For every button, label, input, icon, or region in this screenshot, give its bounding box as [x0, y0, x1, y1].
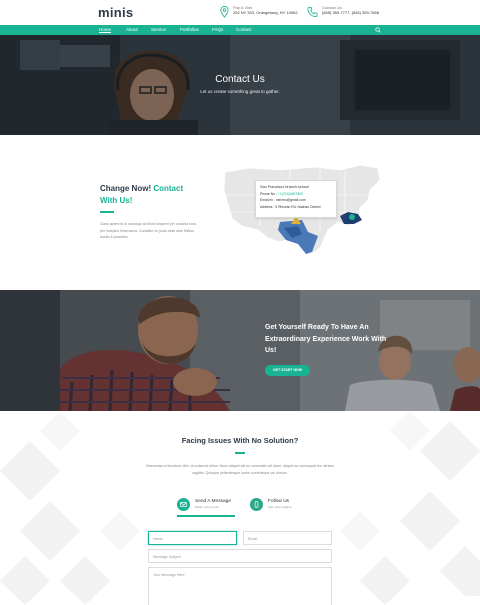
top-header: minis Pay A Visit 252 NY 303, Orangeburg… [0, 0, 480, 25]
change-title-accent: Contact [153, 184, 184, 193]
cta-heading: Get Yourself Ready To Have An Extraordin… [265, 324, 387, 354]
map-address-value: 5 Rhizvan Rd, Nashan District [275, 204, 321, 209]
cta-overlay [0, 290, 480, 411]
change-title-accent2: With Us! [100, 196, 133, 205]
main-nav: Home About Service Portfolios FAQs Conta… [0, 25, 480, 35]
tab-follow-sub: Sam vitae dragne [268, 505, 292, 509]
nav-faqs[interactable]: FAQs [212, 27, 223, 32]
visit-info: Pay A Visit 252 NY 303, Orangeburg, NY 1… [220, 5, 298, 18]
map-pin-icon [220, 6, 229, 18]
map-address-row: Address : 5 Rhizvan Rd, Nashan District [260, 204, 332, 211]
hero-banner: Contact Us Let us create something great… [0, 35, 480, 135]
tab-send-message[interactable]: Send A Message Mallet viverra odio [177, 492, 231, 516]
contact-phones: (845) 359-7777, (845) 359-7668 [322, 10, 379, 15]
faq-divider [235, 452, 245, 454]
message-textarea[interactable]: Your Message Here [148, 567, 332, 605]
change-title-prefix: Change Now! [100, 184, 152, 193]
nav-contact[interactable]: Contact [236, 27, 252, 32]
contact-info: Contact Us (845) 359-7777, (845) 359-766… [307, 5, 379, 18]
visit-address: 252 NY 303, Orangeburg, NY 10962 [233, 10, 298, 15]
nav-about[interactable]: About [126, 27, 138, 32]
hero-title: Contact Us [215, 74, 265, 85]
tab-send-sub: Mallet viverra odio [195, 505, 220, 509]
hero-overlay [0, 35, 480, 135]
get-start-button[interactable]: GET START NOW [265, 365, 310, 376]
envelope-icon [180, 501, 187, 507]
nav-home[interactable]: Home [99, 27, 111, 32]
phone-icon [307, 7, 318, 17]
change-divider [100, 211, 114, 213]
map-email-label: Email ex : [260, 198, 275, 202]
map-phone-value: +1(234)4567890 [277, 191, 303, 196]
email-field[interactable]: Email [243, 531, 332, 545]
name-field[interactable]: Name [148, 531, 237, 545]
faq-heading: Facing Issues With No Solution? [181, 436, 299, 445]
active-tab-underline [177, 515, 235, 517]
search-icon[interactable] [375, 27, 381, 33]
tab-send-circle [177, 497, 190, 511]
site-logo[interactable]: minis [98, 5, 133, 20]
map-address-label: Address : [260, 204, 275, 209]
cta-band [0, 290, 480, 411]
change-body: Class aptent ta iti sociosqu ad litora t… [100, 222, 197, 239]
tab-follow-circle [250, 497, 263, 511]
tab-follow-us[interactable]: Follow Us Sam vitae dragne [250, 492, 292, 516]
hero-subtitle: Let us create something great to gather. [200, 89, 280, 94]
mobile-icon [254, 500, 259, 508]
map-phone-label: Phone No : [260, 191, 277, 196]
subject-field[interactable]: Message Subject [148, 549, 332, 563]
nav-portfolios[interactable]: Portfolios [180, 27, 199, 32]
faq-body: Maecenas ut tincidunt nibh, at euismod t… [145, 464, 335, 475]
change-heading: Change Now! Contact With Us! [100, 183, 200, 207]
map-info-card: San Francisco branch school Phone No : +… [255, 180, 337, 218]
nav-service[interactable]: Service [151, 27, 166, 32]
map-email-value: minimo@gmail.com [275, 198, 306, 202]
